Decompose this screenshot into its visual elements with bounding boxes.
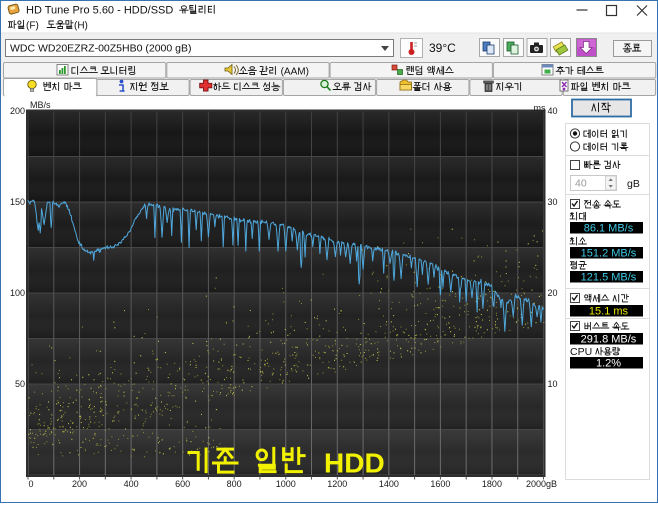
svg-text:1200: 1200: [327, 479, 347, 489]
svg-text:2000gB: 2000gB: [526, 479, 557, 489]
svg-text:(F): (F): [26, 21, 39, 32]
svg-text:MB/s: MB/s: [30, 100, 51, 110]
svg-text:gB: gB: [627, 178, 640, 190]
svg-text:15.1 ms: 15.1 ms: [589, 306, 629, 318]
svg-text:200: 200: [10, 106, 25, 116]
svg-text:1.2%: 1.2%: [596, 358, 621, 370]
svg-text:ms: ms: [534, 103, 546, 113]
svg-text:600: 600: [175, 479, 190, 489]
svg-text:86.1 MB/s: 86.1 MB/s: [584, 223, 634, 235]
svg-text:39°C: 39°C: [429, 41, 456, 55]
svg-text:800: 800: [227, 479, 242, 489]
svg-text:40: 40: [575, 178, 587, 190]
svg-text:150: 150: [10, 197, 25, 207]
svg-text:(AAM): (AAM): [278, 67, 309, 78]
svg-text:HD Tune Pro 5.60 - HDD/SSD: HD Tune Pro 5.60 - HDD/SSD: [26, 5, 179, 17]
svg-text:10: 10: [548, 379, 558, 389]
svg-text:291.8 MB/s: 291.8 MB/s: [581, 334, 637, 346]
svg-text:1600: 1600: [430, 479, 450, 489]
svg-text:0: 0: [28, 479, 33, 489]
svg-text:40: 40: [548, 106, 558, 116]
svg-text:20: 20: [548, 288, 558, 298]
svg-text:(H): (H): [74, 21, 88, 32]
svg-text:400: 400: [124, 479, 139, 489]
svg-text:1800: 1800: [482, 479, 502, 489]
svg-text:200: 200: [72, 479, 87, 489]
svg-text:WDC WD20EZRZ-00Z5HB0 (2000 gB): WDC WD20EZRZ-00Z5HB0 (2000 gB): [10, 43, 191, 55]
svg-text:50: 50: [15, 379, 25, 389]
svg-text:1400: 1400: [379, 479, 399, 489]
svg-text:121.5 MB/s: 121.5 MB/s: [581, 272, 637, 284]
svg-text:CPU: CPU: [570, 346, 595, 358]
svg-text:100: 100: [10, 288, 25, 298]
svg-text:1000: 1000: [276, 479, 296, 489]
svg-text:HDD: HDD: [324, 448, 385, 479]
svg-text:151.2 MB/s: 151.2 MB/s: [581, 248, 637, 260]
svg-text:30: 30: [548, 197, 558, 207]
